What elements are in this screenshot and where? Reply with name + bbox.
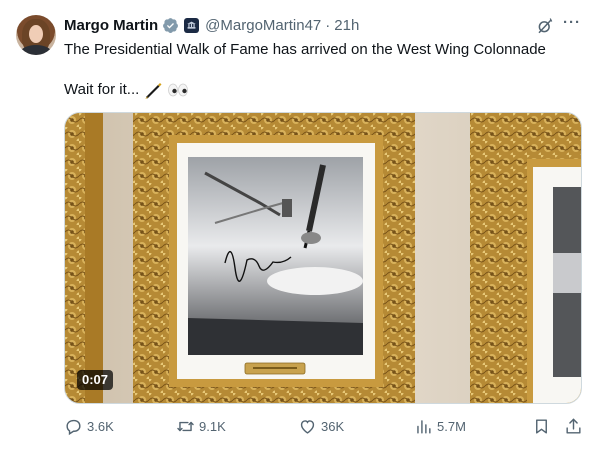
views-count: 5.7M — [437, 418, 466, 434]
pen-icon — [143, 80, 163, 100]
repost-count: 9.1K — [199, 418, 226, 434]
like-count: 36K — [321, 418, 345, 434]
action-bar: 3.6K 9.1K 36K 5.7M — [64, 416, 584, 436]
tweet[interactable]: Margo Martin @MargoMartin47 · 21h ··· Th… — [0, 0, 598, 452]
author-name[interactable]: Margo Martin — [64, 17, 158, 34]
tweet-time[interactable]: 21h — [334, 17, 359, 34]
video-frame — [65, 113, 581, 403]
more-options-icon[interactable]: ··· — [563, 14, 581, 31]
government-affiliation-icon — [184, 17, 200, 33]
reply-count: 3.6K — [87, 418, 114, 434]
tweet-text-secondary: Wait for it... — [64, 81, 140, 98]
author-handle[interactable]: @MargoMartin47 — [205, 17, 321, 34]
grok-icon[interactable] — [536, 17, 554, 35]
tweet-text: The Presidential Walk of Fame has arrive… — [64, 41, 546, 58]
heart-icon — [300, 419, 315, 434]
reply-icon — [66, 419, 81, 435]
verified-badge-icon — [162, 17, 179, 34]
video-duration: 0:07 — [77, 370, 114, 390]
like-button[interactable]: 36K — [298, 416, 344, 436]
avatar[interactable] — [16, 15, 56, 55]
share-icon — [566, 418, 581, 434]
bookmark-icon — [536, 418, 547, 434]
views-icon — [417, 419, 431, 434]
share-button[interactable] — [564, 416, 587, 436]
repost-button[interactable]: 9.1K — [176, 416, 226, 436]
separator-dot: · — [325, 16, 331, 34]
repost-icon — [177, 421, 194, 431]
tweet-text-line2: Wait for it... — [64, 80, 189, 100]
video-player[interactable]: 0:07 — [64, 112, 582, 404]
views-button[interactable]: 5.7M — [414, 416, 466, 436]
eyes-icon — [167, 82, 189, 98]
tweet-header: Margo Martin @MargoMartin47 · 21h — [64, 14, 359, 36]
reply-button[interactable]: 3.6K — [64, 416, 114, 436]
bookmark-button[interactable] — [532, 416, 555, 436]
